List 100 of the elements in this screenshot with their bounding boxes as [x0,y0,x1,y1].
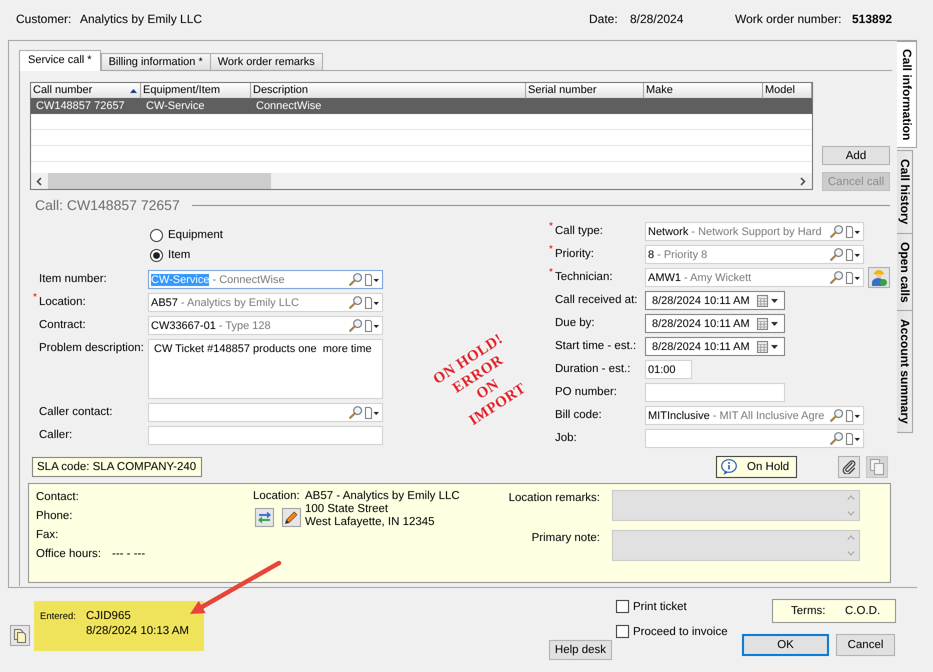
lookup-field[interactable] [645,429,864,448]
lookup-field[interactable]: MITInclusive - MIT All Inclusive Agre [645,406,864,425]
field-label: * Priority: [549,245,595,262]
side-tab[interactable]: Call history [897,150,913,234]
page-dropdown-icon[interactable] [365,274,379,286]
description-field[interactable]: CW Ticket #148857 products one more time [148,339,383,399]
caret-icon[interactable] [771,322,778,326]
page-dropdown-icon[interactable] [365,296,379,308]
info-label: Contact: [36,490,79,505]
page-dropdown-icon[interactable] [846,248,860,260]
search-icon[interactable] [830,432,843,445]
date-field[interactable]: 8/28/2024 10:11 AM [645,291,785,310]
input-field[interactable]: 01:00 [645,360,692,379]
input-field[interactable] [148,426,383,445]
work-order-number: 513892 [852,12,892,28]
edit-button[interactable] [282,508,301,527]
field-label: Bill code: [554,408,603,423]
field-label: Item number: [38,272,108,287]
assign-technician-button[interactable] [868,267,890,288]
side-tab[interactable]: Open calls [897,232,913,312]
field-label: * Location: [33,293,87,310]
column-header[interactable]: Equipment/Item [141,83,251,99]
info-label: Fax: [36,528,58,543]
search-icon[interactable] [830,271,843,284]
add-button[interactable]: Add [822,146,890,165]
scrollbar-thumb[interactable] [48,173,271,189]
lookup-field[interactable]: 8 - Priority 8 [645,245,864,264]
field-label: Duration - est.: [554,362,632,377]
tab[interactable]: Billing information * [100,53,211,70]
search-icon[interactable] [830,409,843,422]
entered-by: CJID965 [86,609,131,624]
date-field[interactable]: 8/28/2024 10:11 AM [645,314,785,333]
info-label: Office hours: [36,547,101,562]
tab[interactable]: Service call * [19,50,101,71]
checkbox-option[interactable]: Proceed to invoice [616,625,728,638]
on-hold-button[interactable]: On Hold [716,456,797,478]
page-dropdown-icon[interactable] [846,410,860,422]
attach-button[interactable] [838,456,860,478]
search-icon[interactable] [830,248,843,261]
remarks-label: Location remarks: [508,491,600,505]
copy-document-button[interactable] [10,625,30,646]
lookup-field[interactable] [148,403,383,422]
info-value: --- - --- [112,547,146,562]
scroll-left-icon[interactable] [36,176,42,186]
lookup-field[interactable]: Network - Network Support by Hard [645,222,864,241]
column-header[interactable]: Call number [31,83,141,99]
column-header[interactable]: Serial number [526,83,644,99]
input-field[interactable] [645,383,785,402]
radio-option[interactable]: Equipment [150,226,223,244]
customer-name: Analytics by Emily LLC [80,12,202,28]
calendar-icon[interactable] [757,294,768,306]
table-cell-text: CW-Service [145,99,204,114]
date-field[interactable]: 8/28/2024 10:11 AM [645,337,785,356]
address-line: West Lafayette, IN 12345 [305,516,435,529]
table-row[interactable]: CW148857 72657 CW-Service ConnectWise [31,99,812,114]
field-label: Due by: [554,316,596,331]
scroll-right-icon[interactable] [800,176,806,186]
cancel-button[interactable]: Cancel [836,634,895,656]
table-cell-text: CW148857 72657 [35,99,125,114]
page-dropdown-icon[interactable] [846,226,860,238]
search-icon[interactable] [349,406,362,419]
paperclip-icon [842,460,856,474]
caret-icon[interactable] [771,298,778,302]
lookup-field[interactable]: CW-Service - ConnectWise [148,270,383,289]
checkbox-option[interactable]: Print ticket [616,600,687,613]
column-header[interactable]: Model [763,83,812,99]
field-label: * Call type: [549,222,604,239]
field-label: Start time - est.: [554,339,638,354]
page-dropdown-icon[interactable] [846,272,860,284]
lookup-field[interactable]: AB57 - Analytics by Emily LLC [148,293,383,312]
page-dropdown-icon[interactable] [365,320,379,332]
radio-option[interactable]: Item [150,246,190,264]
swap-arrows-icon [258,511,271,524]
remarks-label: Primary note: [532,531,600,545]
side-tab[interactable]: Account summary [897,310,913,434]
page-dropdown-icon[interactable] [846,432,860,444]
tab[interactable]: Work order remarks [210,53,323,70]
swap-button[interactable] [255,508,274,527]
column-header[interactable]: Make [644,83,763,99]
calendar-icon[interactable] [757,340,768,352]
page-dropdown-icon[interactable] [365,406,379,418]
caret-icon[interactable] [771,344,778,348]
field-label: Contract: [38,318,87,333]
lookup-field[interactable]: AMW1 - Amy Wickett [645,268,864,287]
column-header[interactable]: Description [251,83,526,99]
search-icon[interactable] [349,296,362,309]
field-label: Caller contact: [38,405,114,420]
search-icon[interactable] [349,273,362,286]
help-desk-button[interactable]: Help desk [549,640,612,660]
calendar-icon[interactable] [757,318,768,330]
documents-icon [14,628,26,642]
info-label: Phone: [36,509,72,524]
date-label: Date: [589,12,618,28]
search-icon[interactable] [830,225,843,238]
field-label: PO number: [554,385,618,400]
search-icon[interactable] [349,319,362,332]
side-tab[interactable]: Call information [897,41,917,148]
entered-time: 8/28/2024 10:13 AM [86,624,189,639]
lookup-field[interactable]: CW33667-01 - Type 128 [148,316,383,335]
ok-button[interactable]: OK [742,634,829,656]
